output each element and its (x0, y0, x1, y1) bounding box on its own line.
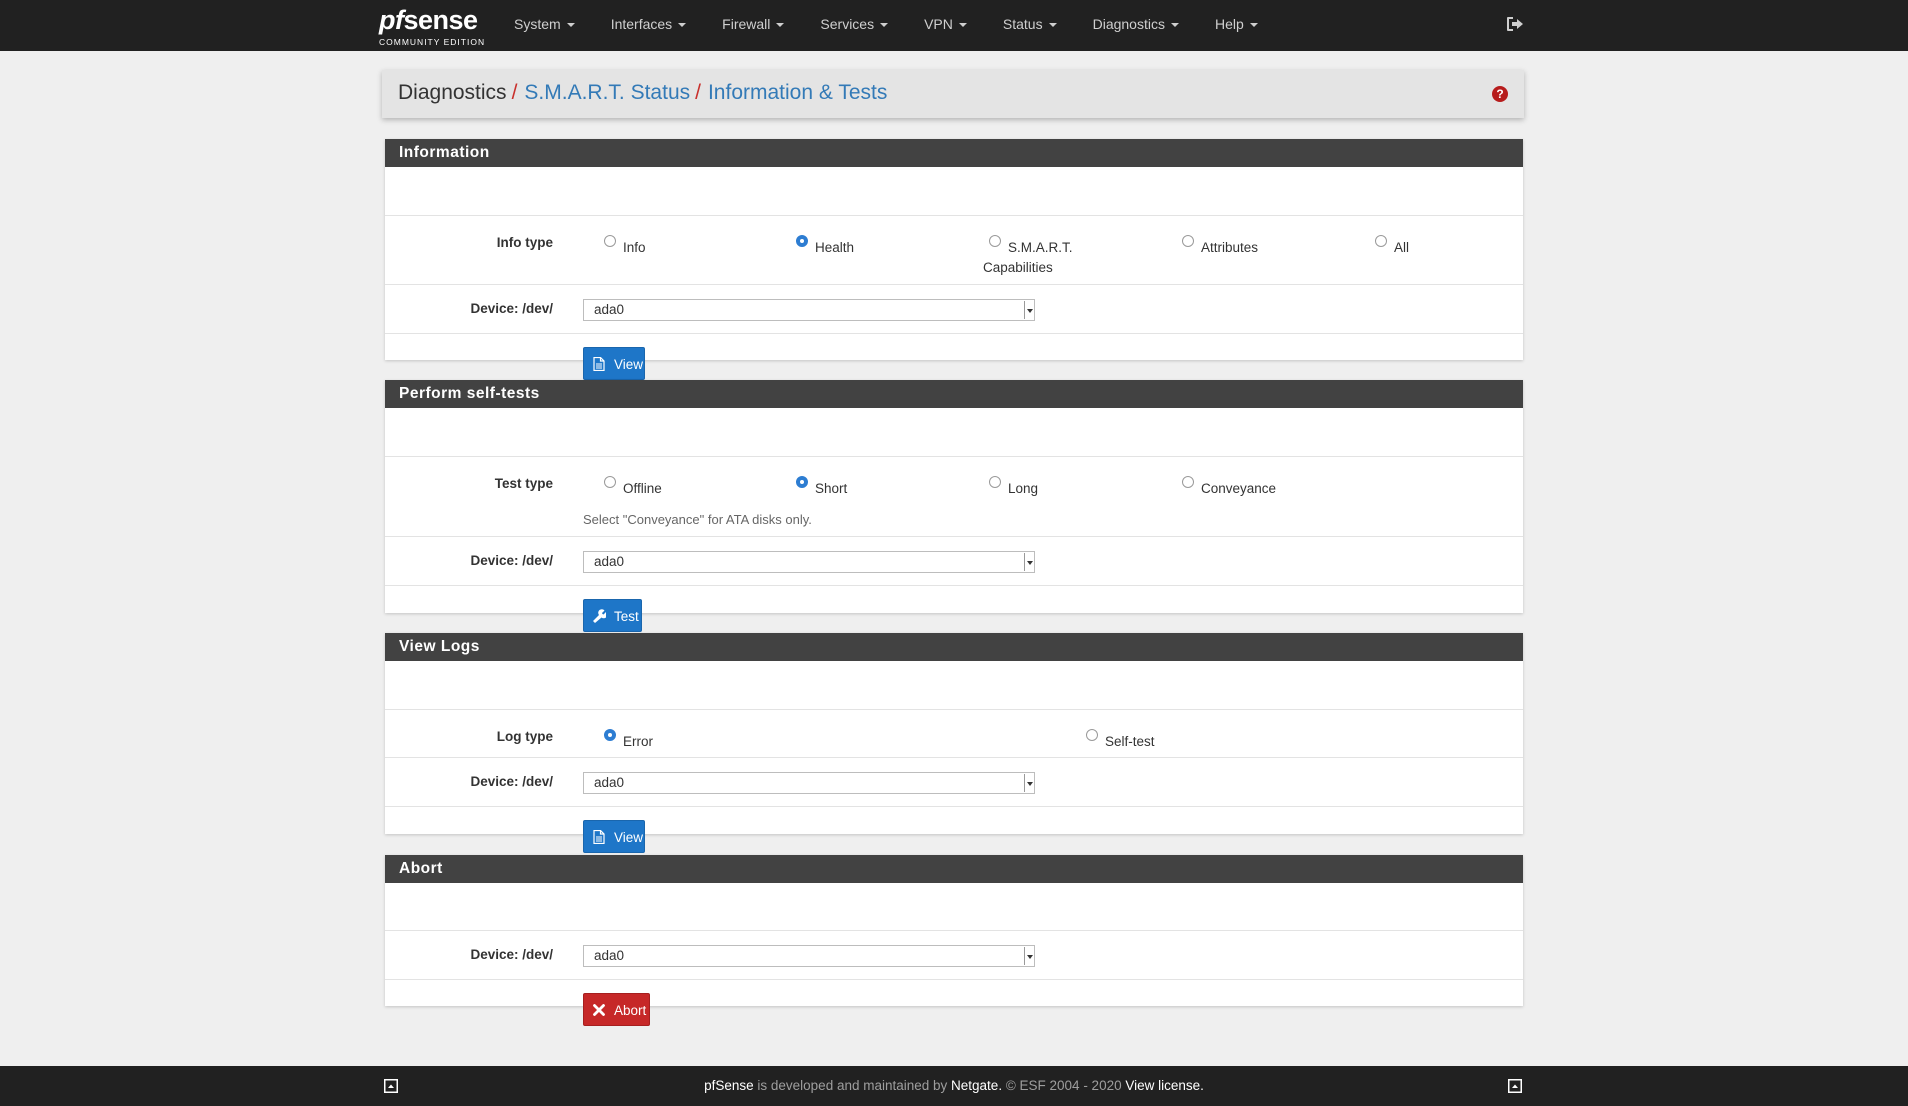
device-select[interactable]: ada0 (583, 945, 1035, 967)
radio-button[interactable] (989, 235, 1001, 247)
top-navbar: pfsense COMMUNITY EDITION System Interfa… (0, 0, 1908, 51)
log-type-row: Log type Error Self-test (385, 709, 1523, 758)
test-type-label: Test type (494, 476, 553, 491)
nav-diagnostics[interactable]: Diagnostics (1075, 0, 1197, 51)
device-row: Device: /dev/ ada0 (385, 930, 1523, 980)
view-logs-panel: View Logs Log type Error Self-test Devic… (385, 633, 1523, 853)
radio-button[interactable] (604, 476, 616, 488)
logo-wordmark: pfsense (379, 5, 478, 35)
view-license-link[interactable]: View license. (1125, 1078, 1204, 1093)
button-row: Abort (385, 979, 1523, 1035)
test-type-row: Test type Offline Short Long Conveyance … (385, 456, 1523, 537)
caret-down-icon (958, 23, 967, 28)
radio-button[interactable] (604, 235, 616, 247)
file-text-icon (593, 357, 605, 371)
view-info-button[interactable]: View (583, 347, 645, 380)
device-select[interactable]: ada0 (583, 772, 1035, 794)
nav-interfaces[interactable]: Interfaces (593, 0, 704, 51)
device-row: Device: /dev/ ada0 (385, 757, 1523, 807)
panel-title: View Logs (385, 633, 1523, 661)
breadcrumb-information-tests[interactable]: Information & Tests (708, 81, 887, 104)
nav-help[interactable]: Help (1197, 0, 1276, 51)
panel-title: Perform self-tests (385, 380, 1523, 408)
breadcrumb-smart-status[interactable]: S.M.A.R.T. Status (524, 81, 690, 104)
question-circle-icon[interactable]: ? (1492, 86, 1508, 102)
caret-down-icon (1048, 23, 1057, 28)
footer-product: pfSense (704, 1078, 754, 1093)
brand-logo[interactable]: pfsense COMMUNITY EDITION (379, 5, 485, 47)
log-type-label: Log type (496, 729, 553, 744)
nav-status[interactable]: Status (985, 0, 1075, 51)
radio-button[interactable] (1086, 729, 1098, 741)
breadcrumb-separator: / (695, 81, 701, 104)
select-arrow-icon (1024, 553, 1034, 571)
file-text-icon (593, 830, 605, 844)
times-icon (593, 1004, 605, 1016)
select-arrow-icon (1024, 301, 1034, 319)
information-panel: Information Info type Info Health S.M.A.… (385, 139, 1523, 380)
radio-button[interactable] (989, 476, 1001, 488)
test-button[interactable]: Test (583, 599, 642, 632)
abort-button[interactable]: Abort (583, 993, 650, 1026)
collapse-icon[interactable] (1508, 1079, 1522, 1093)
device-label: Device: /dev/ (470, 947, 553, 962)
breadcrumb-root: Diagnostics (398, 81, 507, 104)
nav-services[interactable]: Services (802, 0, 906, 51)
breadcrumb-separator: / (511, 81, 518, 104)
logo-subtitle: COMMUNITY EDITION (379, 37, 486, 47)
self-tests-panel: Perform self-tests Test type Offline Sho… (385, 380, 1523, 632)
abort-panel: Abort Device: /dev/ ada0 Abort (385, 855, 1523, 1026)
caret-down-icon (776, 23, 785, 28)
wrench-icon (593, 609, 606, 623)
panel-title: Information (385, 139, 1523, 167)
netgate-link[interactable]: Netgate. (951, 1078, 1002, 1093)
device-select[interactable]: ada0 (583, 551, 1035, 573)
nav-system[interactable]: System (496, 0, 593, 51)
device-select[interactable]: ada0 (583, 299, 1035, 321)
caret-down-icon (1249, 23, 1258, 28)
panel-title: Abort (385, 855, 1523, 883)
info-type-row: Info type Info Health S.M.A.R.T. Capabil… (385, 215, 1523, 285)
radio-button[interactable] (1182, 235, 1194, 247)
conveyance-help-text: Select "Conveyance" for ATA disks only. (583, 512, 812, 527)
device-row: Device: /dev/ ada0 (385, 536, 1523, 586)
caret-down-icon (566, 23, 575, 28)
button-row: View (385, 806, 1523, 862)
device-label: Device: /dev/ (470, 774, 553, 789)
radio-button-checked[interactable] (796, 235, 808, 247)
radio-button-checked[interactable] (796, 476, 808, 488)
view-logs-button[interactable]: View (583, 820, 645, 853)
info-type-label: Info type (496, 235, 553, 250)
footer-text: pfSense is developed and maintained by N… (704, 1078, 1204, 1093)
footer: pfSense is developed and maintained by N… (0, 1066, 1908, 1106)
sign-out-icon[interactable] (1506, 16, 1524, 32)
device-label: Device: /dev/ (470, 301, 553, 316)
radio-button[interactable] (1182, 476, 1194, 488)
device-row: Device: /dev/ ada0 (385, 284, 1523, 334)
caret-down-icon (678, 23, 687, 28)
select-arrow-icon (1024, 947, 1034, 965)
main-menu: System Interfaces Firewall Services VPN … (496, 0, 1276, 51)
radio-button[interactable] (1375, 235, 1387, 247)
caret-down-icon (880, 23, 889, 28)
device-label: Device: /dev/ (470, 553, 553, 568)
nav-vpn[interactable]: VPN (906, 0, 985, 51)
select-arrow-icon (1024, 774, 1034, 792)
nav-firewall[interactable]: Firewall (704, 0, 802, 51)
caret-down-icon (1170, 23, 1179, 28)
breadcrumb: Diagnostics / S.M.A.R.T. Status / Informatio… (382, 70, 1524, 118)
radio-button-checked[interactable] (604, 729, 616, 741)
